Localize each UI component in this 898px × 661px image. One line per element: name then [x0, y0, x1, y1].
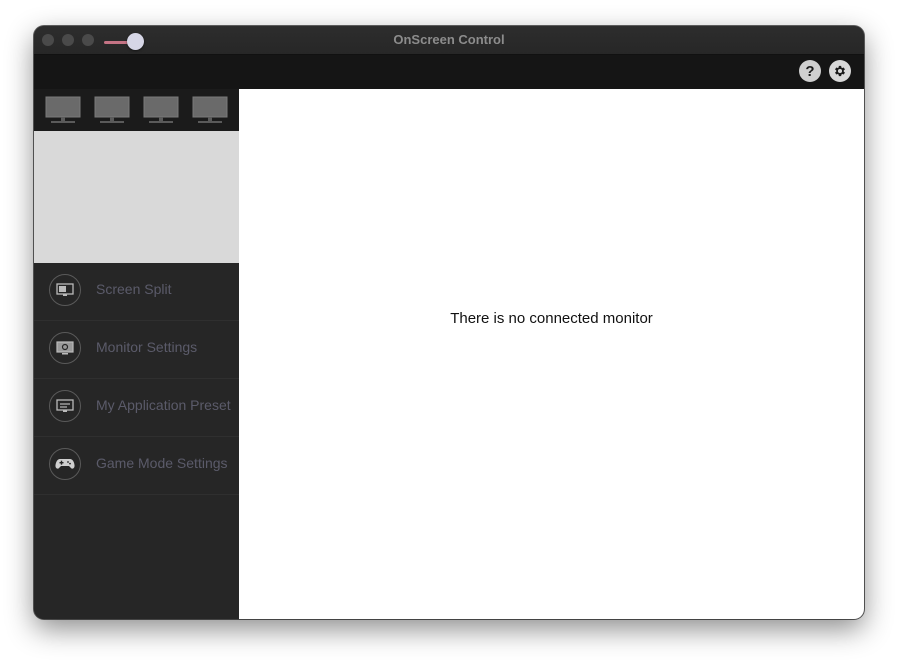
- monitor-strip: [34, 89, 239, 131]
- app-window: OnScreen Control ? Screen Split Monitor …: [34, 26, 864, 619]
- question-icon: ?: [805, 62, 815, 80]
- toolbar: ?: [34, 55, 864, 89]
- sidebar-item-game-mode-settings[interactable]: Game Mode Settings: [34, 437, 239, 495]
- sidebar-item-my-application-preset[interactable]: My Application Preset: [34, 379, 239, 437]
- settings-button[interactable]: [829, 60, 851, 82]
- window-title: OnScreen Control: [393, 32, 505, 47]
- title-bar: OnScreen Control: [34, 26, 864, 55]
- sidebar-item-label: Screen Split: [96, 281, 172, 297]
- application-preset-icon: [49, 390, 81, 422]
- sidebar-menu: Screen Split Monitor Settings My Applica…: [34, 263, 239, 495]
- gear-icon: [835, 65, 845, 77]
- screen-split-icon: [49, 274, 81, 306]
- no-monitor-message: There is no connected monitor: [450, 310, 653, 327]
- monitor-icon[interactable]: [192, 95, 228, 125]
- help-button[interactable]: ?: [799, 60, 821, 82]
- main-content: There is no connected monitor: [239, 89, 864, 619]
- sidebar-item-label: My Application Preset: [96, 397, 231, 413]
- monitor-icon[interactable]: [45, 95, 81, 125]
- gamepad-icon: [49, 448, 81, 480]
- sidebar-item-monitor-settings[interactable]: Monitor Settings: [34, 321, 239, 379]
- sidebar-item-label: Monitor Settings: [96, 339, 198, 355]
- sidebar-item-label: Game Mode Settings: [96, 455, 228, 471]
- monitor-icon[interactable]: [143, 95, 179, 125]
- monitor-settings-icon: [49, 332, 81, 364]
- monitor-icon[interactable]: [94, 95, 130, 125]
- slider-knob[interactable]: [127, 33, 144, 50]
- sidebar-item-screen-split[interactable]: Screen Split: [34, 263, 239, 321]
- monitor-preview-area: [34, 131, 239, 263]
- sidebar: Screen Split Monitor Settings My Applica…: [34, 89, 239, 619]
